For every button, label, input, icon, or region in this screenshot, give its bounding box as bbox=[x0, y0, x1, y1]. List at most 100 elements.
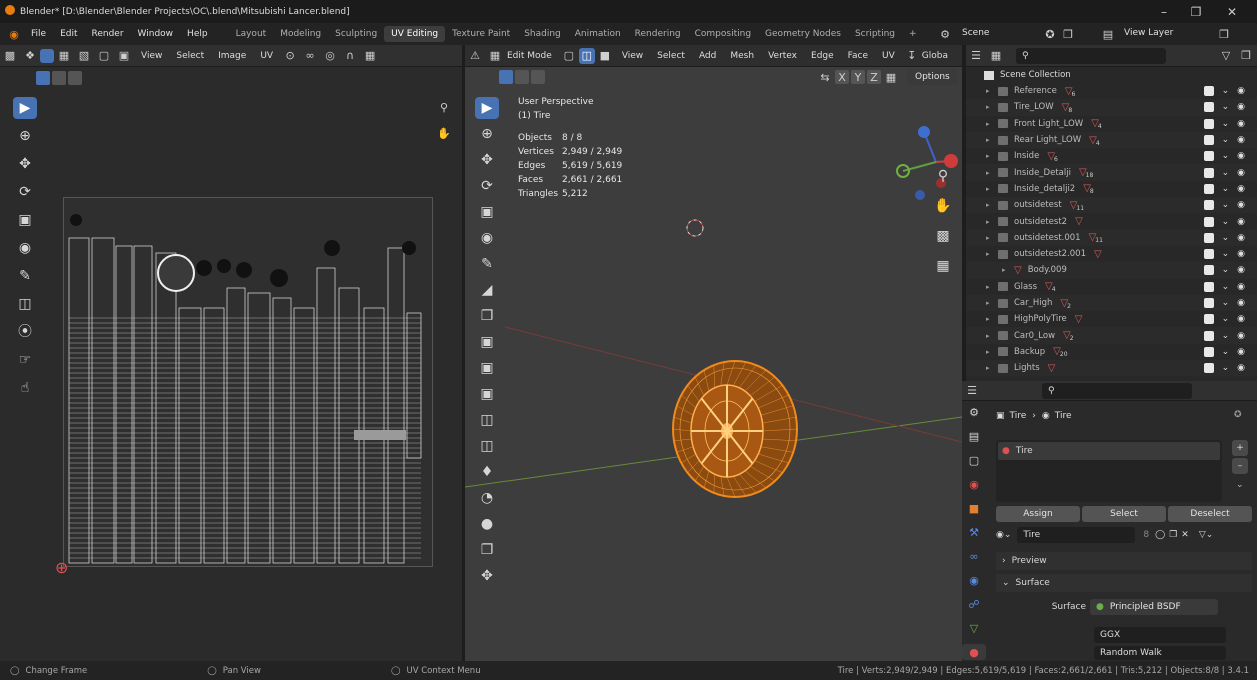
viewport-menu-vertex[interactable]: Vertex bbox=[761, 51, 804, 61]
outliner-item[interactable]: ▸ Inside ▽ 6 ⌄ ◉ bbox=[966, 148, 1257, 164]
uv-select-subtract-icon[interactable] bbox=[68, 71, 82, 85]
uv-menu-select[interactable]: Select bbox=[169, 51, 211, 61]
scene-icon[interactable]: ⚙ bbox=[935, 24, 955, 44]
exclude-checkbox[interactable] bbox=[1203, 200, 1214, 211]
sticky-select-icon[interactable]: ❖ bbox=[20, 46, 40, 66]
mode-selector[interactable]: Edit Mode bbox=[505, 51, 559, 61]
viewport-menu-add[interactable]: Add bbox=[692, 51, 723, 61]
expand-arrow-icon[interactable]: ▸ bbox=[986, 332, 998, 340]
outliner-item[interactable]: ▸ outsidetest2 ▽ ⌄ ◉ bbox=[966, 213, 1257, 229]
tab-animation[interactable]: Animation bbox=[568, 26, 628, 42]
camera-render-icon[interactable]: ◉ bbox=[1237, 86, 1245, 96]
viewport-menu-select[interactable]: Select bbox=[650, 51, 692, 61]
visibility-icon[interactable]: ⌄ bbox=[1222, 249, 1230, 259]
tab-sculpting[interactable]: Sculpting bbox=[328, 26, 384, 42]
minimize-button[interactable]: – bbox=[1146, 0, 1182, 23]
uv-canvas[interactable] bbox=[63, 197, 433, 567]
properties-search[interactable]: ⚲ bbox=[1042, 382, 1192, 399]
select-button[interactable]: Select bbox=[1082, 506, 1166, 522]
camera-render-icon[interactable]: ◉ bbox=[1237, 119, 1245, 129]
uv-grab-tool-icon[interactable]: ⦿ bbox=[13, 321, 37, 343]
expand-arrow-icon[interactable]: ▸ bbox=[986, 283, 998, 291]
tab-compositing[interactable]: Compositing bbox=[688, 26, 758, 42]
outliner-item[interactable]: ▸ Lights ▽ ⌄ ◉ bbox=[966, 360, 1257, 377]
duplicate-material-icon[interactable]: ❐ bbox=[1169, 530, 1177, 540]
expand-arrow-icon[interactable]: ▸ bbox=[986, 218, 998, 226]
uv-menu-view[interactable]: View bbox=[134, 51, 169, 61]
exclude-checkbox[interactable] bbox=[1203, 346, 1214, 357]
uv-move-tool-icon[interactable]: ✥ bbox=[13, 153, 37, 175]
axis-z-toggle[interactable]: Z bbox=[867, 70, 881, 84]
zoom-icon[interactable]: ⚲ bbox=[931, 165, 955, 187]
material-slot[interactable]: ● Tire bbox=[998, 442, 1220, 460]
blender-menu-icon[interactable]: ◉ bbox=[4, 24, 24, 44]
visibility-icon[interactable]: ⌄ bbox=[1222, 347, 1230, 357]
visibility-icon[interactable]: ⌄ bbox=[1222, 282, 1230, 292]
expand-arrow-icon[interactable]: ▸ bbox=[986, 169, 998, 177]
exclude-checkbox[interactable] bbox=[1203, 151, 1214, 162]
camera-render-icon[interactable]: ◉ bbox=[1237, 282, 1245, 292]
tab-geometry-nodes[interactable]: Geometry Nodes bbox=[758, 26, 848, 42]
exclude-checkbox[interactable] bbox=[1203, 314, 1214, 325]
outliner-item[interactable]: ▸ outsidetest2.001 ▽ ⌄ ◉ bbox=[966, 246, 1257, 262]
exclude-checkbox[interactable] bbox=[1203, 281, 1214, 292]
material-tab-icon[interactable]: ● bbox=[962, 644, 986, 660]
visibility-icon[interactable]: ⌄ bbox=[1222, 135, 1230, 145]
surface-shader-button[interactable]: ● Principled BSDF bbox=[1090, 599, 1218, 615]
exclude-checkbox[interactable] bbox=[1203, 265, 1214, 276]
viewport-scene[interactable] bbox=[465, 87, 962, 661]
visibility-icon[interactable]: ⌄ bbox=[1222, 314, 1230, 324]
outliner-item[interactable]: ▸ Rear Light_LOW ▽ 4 ⌄ ◉ bbox=[966, 131, 1257, 149]
camera-render-icon[interactable]: ◉ bbox=[1237, 347, 1245, 357]
scene-collection-row[interactable]: Scene Collection bbox=[966, 67, 1257, 83]
exclude-checkbox[interactable] bbox=[1203, 232, 1214, 243]
uv-sync-icon[interactable]: ▣ bbox=[114, 46, 134, 66]
tab-shading[interactable]: Shading bbox=[517, 26, 568, 42]
users-count[interactable]: 8 bbox=[1143, 530, 1149, 540]
curve-icon[interactable]: ∩ bbox=[340, 46, 360, 66]
visibility-icon[interactable]: ⌄ bbox=[1222, 184, 1230, 194]
unlink-material-icon[interactable]: ✕ bbox=[1181, 530, 1189, 540]
new-collection-icon[interactable]: ❐ bbox=[1236, 46, 1256, 66]
viewport-menu-view[interactable]: View bbox=[615, 51, 650, 61]
viewport-menu-uv[interactable]: UV bbox=[875, 51, 902, 61]
edge-select-icon[interactable]: ▦ bbox=[54, 46, 74, 66]
menu-render[interactable]: Render bbox=[85, 29, 131, 39]
camera-view-icon[interactable]: ▩ bbox=[931, 225, 955, 247]
data-tab-icon[interactable]: ▽ bbox=[962, 620, 986, 636]
outliner-item[interactable]: ▸ outsidetest ▽ 11 ⌄ ◉ bbox=[966, 197, 1257, 214]
uv-pinch-tool-icon[interactable]: ☝ bbox=[13, 377, 37, 399]
proportional-icon[interactable]: ◎ bbox=[320, 46, 340, 66]
filter-icon[interactable]: ▽ bbox=[1216, 46, 1236, 66]
tool-tab-icon[interactable]: ⚙ bbox=[962, 404, 986, 420]
uv-select-extend-icon[interactable] bbox=[52, 71, 66, 85]
exclude-checkbox[interactable] bbox=[1203, 216, 1214, 227]
exclude-checkbox[interactable] bbox=[1203, 183, 1214, 194]
material-link-icon[interactable]: ▽⌄ bbox=[1199, 530, 1213, 540]
expand-arrow-icon[interactable]: ▸ bbox=[986, 348, 998, 356]
menu-help[interactable]: Help bbox=[180, 29, 215, 39]
uv-rotate-tool-icon[interactable]: ⟳ bbox=[13, 181, 37, 203]
editor-type-icon[interactable]: ▩ bbox=[0, 46, 20, 66]
maximize-button[interactable]: ❐ bbox=[1178, 0, 1214, 23]
output-tab-icon[interactable]: ▢ bbox=[962, 452, 986, 468]
camera-render-icon[interactable]: ◉ bbox=[1237, 151, 1245, 161]
pin-icon[interactable]: ✪ bbox=[1040, 24, 1060, 44]
viewport-menu-mesh[interactable]: Mesh bbox=[723, 51, 761, 61]
pivot-icon[interactable]: ⊙ bbox=[280, 46, 300, 66]
tab-modeling[interactable]: Modeling bbox=[273, 26, 328, 42]
outliner-item[interactable]: ▸ outsidetest.001 ▽ 11 ⌄ ◉ bbox=[966, 229, 1257, 246]
new-scene-icon[interactable]: ❐ bbox=[1058, 24, 1078, 44]
camera-render-icon[interactable]: ◉ bbox=[1237, 363, 1245, 373]
expand-arrow-icon[interactable]: ▸ bbox=[986, 103, 998, 111]
uv-relax-tool-icon[interactable]: ☞ bbox=[13, 349, 37, 371]
exclude-checkbox[interactable] bbox=[1203, 135, 1214, 146]
outliner-item[interactable]: ▸ Tire_LOW ▽ 8 ⌄ ◉ bbox=[966, 99, 1257, 116]
visibility-icon[interactable]: ⌄ bbox=[1222, 265, 1230, 275]
outliner-item[interactable]: ▸ Glass ▽ 4 ⌄ ◉ bbox=[966, 279, 1257, 295]
visibility-icon[interactable]: ⌄ bbox=[1222, 86, 1230, 96]
subsurface-method-dropdown[interactable]: Random Walk bbox=[1094, 646, 1226, 660]
viewport-select-mode-icon[interactable] bbox=[499, 70, 513, 84]
exclude-checkbox[interactable] bbox=[1203, 298, 1214, 308]
exclude-checkbox[interactable] bbox=[1203, 249, 1214, 260]
